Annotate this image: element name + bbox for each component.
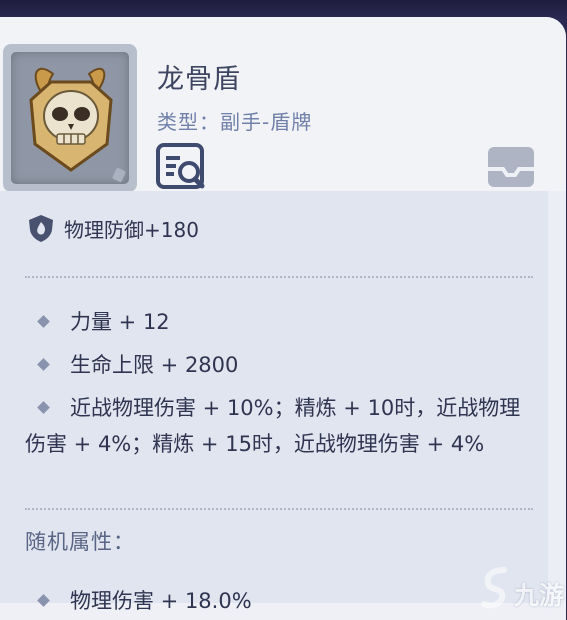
bullet-diamond-icon	[37, 401, 50, 414]
inspect-button[interactable]	[156, 143, 208, 191]
scrollbar-track[interactable]	[548, 191, 566, 603]
stat-max-hp: 生命上限 + 2800	[37, 349, 238, 379]
bullet-diamond-icon	[37, 358, 50, 371]
stats-divider-top	[25, 276, 533, 278]
random-attributes-title: 随机属性：	[25, 530, 135, 554]
shield-flame-icon	[29, 215, 53, 242]
tray-box-icon	[488, 147, 534, 187]
item-type: 类型：副手-盾牌	[157, 110, 313, 134]
jiuyou-watermark: 九游	[478, 564, 564, 616]
bullet-diamond-icon	[37, 315, 50, 328]
base-defense-stat: 物理防御+180	[26, 212, 199, 244]
stat-strength: 力量 + 12	[37, 306, 170, 336]
bullet-diamond-icon	[37, 594, 50, 607]
dragon-skull-shield-icon	[29, 67, 126, 182]
item-name: 龙骨盾	[157, 64, 241, 95]
portrait-frame	[11, 52, 129, 184]
item-portrait[interactable]	[3, 44, 137, 192]
random-stat-physical-damage: 物理伤害 + 18.0%	[37, 585, 252, 615]
inspect-magnifier-icon	[156, 143, 205, 189]
stats-divider-bottom	[25, 508, 533, 510]
storage-box-button[interactable]	[485, 141, 537, 191]
jiuyou-logo-icon	[481, 567, 507, 609]
stat-refine-bonus: 近战物理伤害 + 10%；精炼 + 10时，近战物理伤害 + 4%；精炼 + 1…	[25, 396, 521, 456]
watermark-text: 九游	[514, 581, 565, 610]
base-defense-text: 物理防御+180	[64, 217, 199, 242]
